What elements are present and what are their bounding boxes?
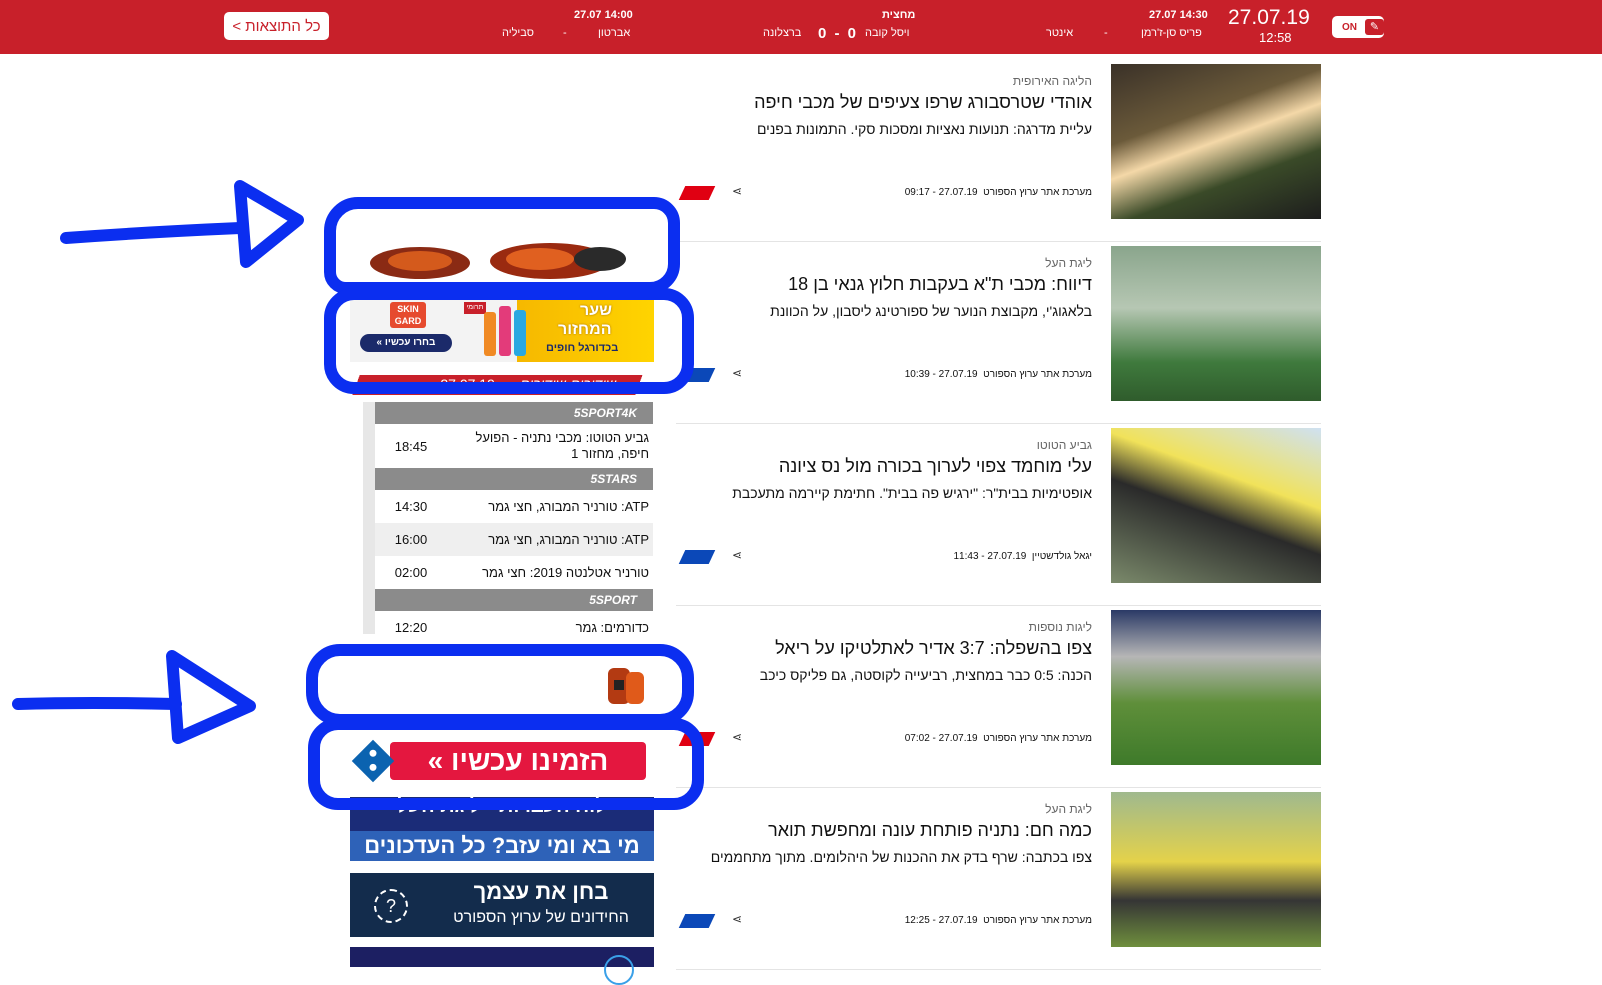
tv-schedule[interactable]: 5SPORT4K גביע הטוטו: מכבי נתניה - הפועל ח… <box>363 402 653 634</box>
article-card[interactable]: הליגה האירופית אוהדי שטרסבורג שרפו צעיפים… <box>676 60 1321 242</box>
article-datetime: 27.07.19 - 07:02 <box>904 733 978 744</box>
match-home[interactable]: ויסל קובה <box>865 27 910 39</box>
article-category[interactable]: ליגת העל <box>1045 802 1092 816</box>
match-score: - <box>563 27 567 39</box>
article-category[interactable]: הליגה האירופית <box>1013 74 1092 88</box>
article-card[interactable]: ליגת העל דיווח: מכבי ת"א בעקבות חלוץ גנאי… <box>676 242 1321 424</box>
article-title[interactable]: אוהדי שטרסבורג שרפו צעיפים של מכבי חיפה <box>754 92 1092 113</box>
scores-bar: כל התוצאות > 27.07 14:00 אברטון - סביליה… <box>0 0 1602 54</box>
article-author: מערכת אתר ערוץ הספורט <box>983 369 1092 380</box>
schedule-row[interactable]: ATP: טורניר המבורג, חצי גמר 16:00 <box>375 523 653 556</box>
match-away[interactable]: סביליה <box>502 27 534 39</box>
article-subtitle: בלאגוג'י, מקבוצת הנוער של ספורטינג ליסבו… <box>770 303 1092 319</box>
article-author: מערכת אתר ערוץ הספורט <box>983 915 1092 926</box>
article-title[interactable]: כמה חם: נתניה פותחת עונה ומחפשת תואר <box>768 820 1092 841</box>
bottom-promo-icon <box>604 955 634 985</box>
program-name: טורניר אטלנטה 2019: חצי גמר <box>482 564 649 580</box>
article-meta: מערכת אתר ערוץ הספורט 27.07.19 - 07:02 <box>905 733 1092 744</box>
schedule-row[interactable]: טורניר אטלנטה 2019: חצי גמר 02:00 <box>375 556 653 589</box>
article-card[interactable]: גביע הטוטו עלי מוחמד צפוי לערוך בכורה מול… <box>676 424 1321 606</box>
article-datetime: 27.07.19 - 09:17 <box>904 187 978 198</box>
article-author: יגאל גולדשטיין <box>1031 551 1092 562</box>
program-name: ATP: טורניר המבורג, חצי גמר <box>488 498 649 514</box>
annotation-box <box>306 644 694 726</box>
article-subtitle: צפו בכתבה: שרף בדק את ההכנות של היהלומים… <box>710 849 1092 865</box>
quiz-subtitle: החידונים של ערוץ הספורט <box>453 909 629 926</box>
all-results-button[interactable]: כל התוצאות > <box>224 12 329 40</box>
article-image[interactable] <box>1111 792 1321 947</box>
share-icon[interactable]: ⋖ <box>732 548 742 562</box>
article-image[interactable] <box>1111 64 1321 219</box>
program-time: 16:00 <box>394 532 428 547</box>
live-toggle[interactable]: ON ✎ <box>1332 16 1384 38</box>
annotation-arrow-icon <box>60 180 304 268</box>
article-card[interactable]: ליגת העל כמה חם: נתניה פותחת עונה ומחפשת … <box>676 788 1321 970</box>
article-card[interactable]: ליגות נוספות צפו בהשפלה: 3:7 אדיר לאתלטיק… <box>676 606 1321 788</box>
schedule-row[interactable]: גביע הטוטו: מכבי נתניה - הפועל חיפה, מחז… <box>375 424 653 468</box>
schedule-row[interactable]: כדורמים: גמר 12:20 <box>375 611 653 635</box>
program-name: כדורמים: גמר <box>575 619 649 635</box>
current-time: 12:58 <box>1259 30 1292 45</box>
program-name: גביע הטוטו: מכבי נתניה - הפועל חיפה, מחז… <box>475 430 649 461</box>
match-score: - <box>1104 27 1108 39</box>
article-category[interactable]: ליגת העל <box>1045 256 1092 270</box>
article-category[interactable]: גביע הטוטו <box>1037 438 1092 452</box>
article-subtitle: עליית מדרגה: תנועות נאציות ומסכות סקי. ה… <box>756 121 1092 137</box>
article-datetime: 27.07.19 - 11:43 <box>953 551 1027 562</box>
toggle-label: ON <box>1342 21 1357 33</box>
article-title[interactable]: עלי מוחמד צפוי לערוך בכורה מול נס ציונה <box>779 456 1092 477</box>
annotation-arrow-icon <box>12 650 256 744</box>
article-meta: מערכת אתר ערוץ הספורט 27.07.19 - 12:25 <box>905 915 1092 926</box>
program-time: 12:20 <box>394 620 428 634</box>
share-icon[interactable]: ⋖ <box>732 912 742 926</box>
match-away[interactable]: אינטר <box>1046 27 1073 39</box>
article-author: מערכת אתר ערוץ הספורט <box>983 187 1092 198</box>
article-category[interactable]: ליגות נוספות <box>1029 620 1092 634</box>
program-time: 02:00 <box>394 565 428 580</box>
schedule-row[interactable]: ATP: טורניר המבורג, חצי גמר 14:30 <box>375 490 653 523</box>
article-meta: יגאל גולדשטיין 27.07.19 - 11:43 <box>954 551 1093 562</box>
article-datetime: 27.07.19 - 12:25 <box>904 915 978 926</box>
match-away[interactable]: ברצלונה <box>763 27 801 39</box>
match-home[interactable]: אברטון <box>598 27 630 39</box>
current-date: 27.07.19 <box>1228 6 1310 29</box>
article-image[interactable] <box>1111 610 1321 765</box>
program-time: 18:45 <box>394 438 428 454</box>
annotation-box <box>308 718 704 810</box>
article-subtitle: אופטימיות בבית"ר: "ירגיש פה בבית". חתימת… <box>732 485 1092 501</box>
article-image[interactable] <box>1111 246 1321 401</box>
share-icon[interactable]: ⋖ <box>732 366 742 380</box>
share-icon[interactable]: ⋖ <box>732 184 742 198</box>
article-meta: מערכת אתר ערוץ הספורט 27.07.19 - 09:17 <box>905 187 1092 198</box>
channel-header: 5STARS <box>375 468 653 490</box>
transfers-bottom-text: מי בא ומי עזב? כל העדכונים <box>350 831 654 861</box>
channel-header: 5SPORT <box>375 589 653 611</box>
article-title[interactable]: צפו בהשפלה: 3:7 אדיר לאתלטיקו על ריאל <box>775 638 1092 659</box>
share-icon[interactable]: ⋖ <box>732 730 742 744</box>
match-home[interactable]: פריס סן-ז'רמן <box>1141 27 1202 39</box>
quiz-title: בחן את עצמך <box>473 879 609 904</box>
article-meta: מערכת אתר ערוץ הספורט 27.07.19 - 10:39 <box>905 369 1092 380</box>
article-image[interactable] <box>1111 428 1321 583</box>
annotation-box <box>324 288 694 394</box>
bottom-promo[interactable] <box>350 947 654 985</box>
match-time: 27.07 14:00 <box>574 9 633 21</box>
annotation-box <box>324 197 680 294</box>
match-score: 0 - 0 <box>818 25 859 42</box>
article-subtitle: הכנה: 0:5 כבר במחצית, רביעייה לקוסטה, גם… <box>759 667 1092 683</box>
channel-header: 5SPORT4K <box>375 402 653 424</box>
category-flag <box>678 186 716 200</box>
category-flag <box>678 914 716 928</box>
article-author: מערכת אתר ערוץ הספורט <box>983 733 1092 744</box>
pin-icon: ✎ <box>1365 19 1384 35</box>
program-name: ATP: טורניר המבורג, חצי גמר <box>488 531 649 547</box>
program-time: 14:30 <box>394 499 428 514</box>
quiz-burst-icon: ? <box>374 889 408 923</box>
article-title[interactable]: דיווח: מכבי ת"א בעקבות חלוץ גנאי בן 18 <box>788 274 1092 295</box>
article-datetime: 27.07.19 - 10:39 <box>904 369 978 380</box>
match-time: 27.07 14:30 <box>1149 9 1208 21</box>
match-time: מחצית <box>882 9 916 21</box>
category-flag <box>678 550 716 564</box>
quiz-promo[interactable]: ? בחן את עצמך החידונים של ערוץ הספורט <box>350 873 654 937</box>
